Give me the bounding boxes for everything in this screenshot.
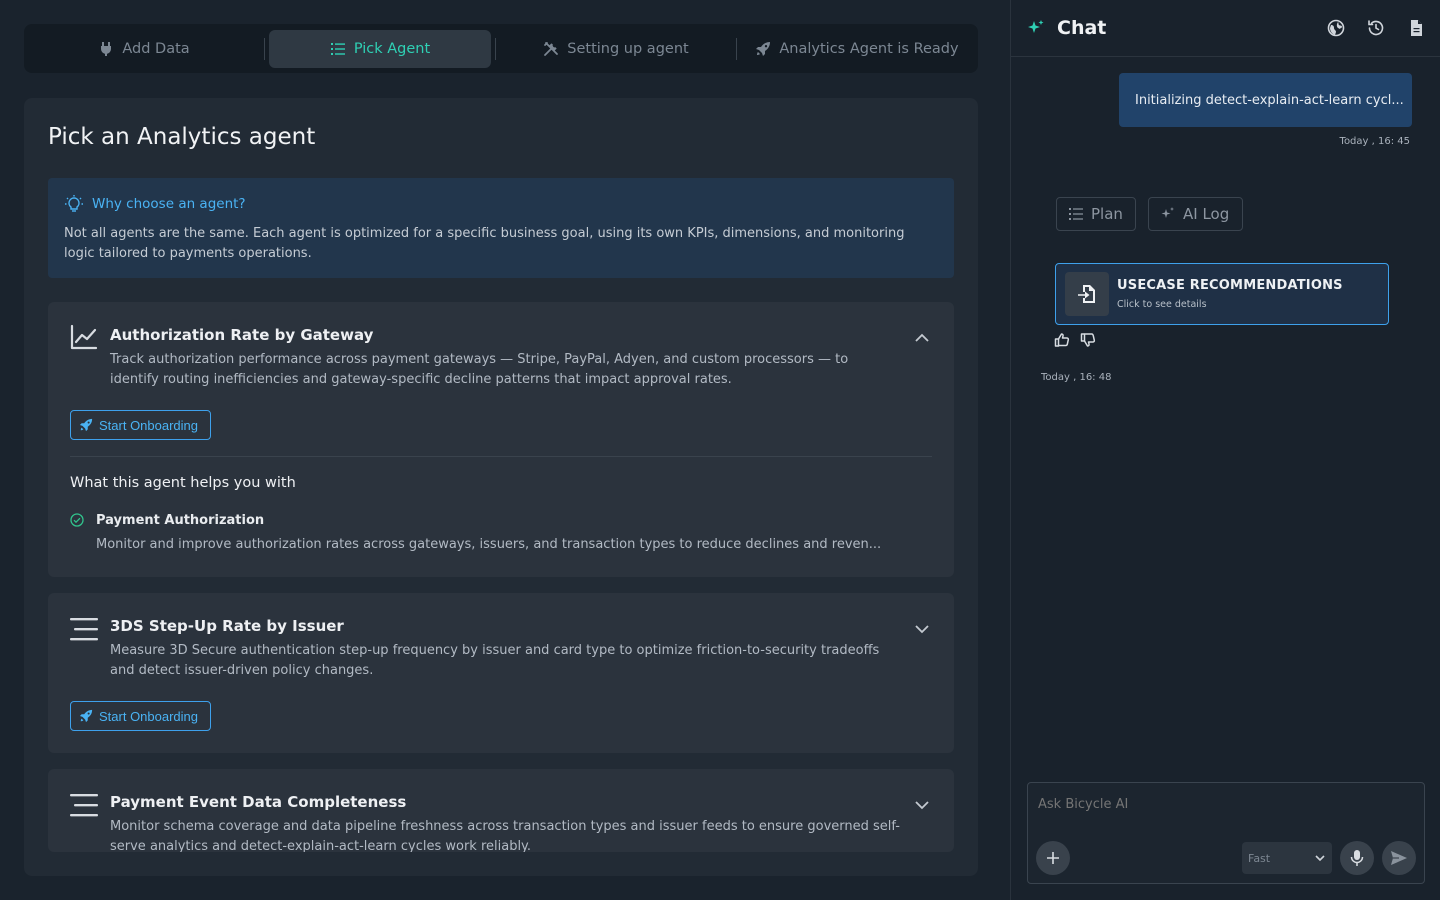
agent-card-data-completeness[interactable]: Payment Event Data Completeness Monitor … <box>48 769 954 852</box>
chat-input[interactable] <box>1038 797 1408 812</box>
step-label: Add Data <box>122 40 190 57</box>
agent-title: Payment Event Data Completeness <box>110 793 407 811</box>
step-analytics-ready[interactable]: Analytics Agent is Ready <box>741 30 973 68</box>
rocket-icon <box>79 709 93 723</box>
user-message-bubble: Initializing detect-explain-act-learn cy… <box>1119 73 1412 127</box>
info-heading: Why choose an agent? <box>64 194 938 214</box>
agent-description: Measure 3D Secure authentication step-up… <box>110 643 880 678</box>
chat-title: Chat <box>1057 17 1107 39</box>
step-pick-agent[interactable]: Pick Agent <box>269 29 491 68</box>
chevron-up-icon[interactable] <box>914 330 930 346</box>
plus-icon <box>1047 852 1059 864</box>
chevron-down-icon <box>1315 855 1325 862</box>
info-callout: Why choose an agent? Not all agents are … <box>48 178 954 278</box>
send-icon <box>1391 851 1407 865</box>
usecase-recommendations-card[interactable]: USECASE RECOMMENDATIONS Click to see det… <box>1055 263 1389 325</box>
chevron-down-icon[interactable] <box>914 797 930 813</box>
microphone-icon <box>1350 850 1364 866</box>
agent-description: Track authorization performance across p… <box>110 352 849 387</box>
step-divider <box>495 37 496 60</box>
card-divider <box>70 456 932 457</box>
rocket-icon <box>79 418 93 432</box>
step-label: Pick Agent <box>353 40 431 57</box>
list-icon <box>330 42 345 55</box>
step-divider <box>736 37 737 60</box>
chat-actions <box>1327 19 1425 37</box>
thumbs-up-icon[interactable] <box>1054 332 1070 348</box>
sparkle-icon <box>1161 207 1174 218</box>
align-lines-icon <box>70 794 98 817</box>
model-select-value: Fast <box>1248 851 1271 865</box>
main-area: Add Data Pick Agent Setting up agent Ana… <box>0 0 1010 900</box>
agent-card-authorization-rate: Authorization Rate by Gateway Track auth… <box>48 302 954 577</box>
lightbulb-icon <box>65 195 83 212</box>
sparkle-icon <box>1028 20 1044 33</box>
button-label: Start Onboarding <box>99 708 199 724</box>
page-title: Pick an Analytics agent <box>48 124 316 150</box>
document-icon[interactable] <box>1407 19 1425 37</box>
agent-card-3ds-step-up[interactable]: 3DS Step-Up Rate by Issuer Measure 3D Se… <box>48 593 954 753</box>
user-message-timestamp: Today , 16: 45 <box>1339 136 1410 147</box>
info-text: Not all agents are the same. Each agent … <box>64 226 905 261</box>
rec-text: USECASE RECOMMENDATIONS Click to see det… <box>1117 278 1343 310</box>
rec-subtitle: Click to see details <box>1117 299 1207 310</box>
chat-composer: Fast <box>1027 782 1425 884</box>
agent-picker-panel: Pick an Analytics agent Why choose an ag… <box>24 98 978 876</box>
start-onboarding-button[interactable]: Start Onboarding <box>70 410 212 440</box>
send-button[interactable] <box>1382 841 1416 875</box>
check-circle-icon <box>70 513 84 527</box>
step-setting-up-agent[interactable]: Setting up agent <box>500 30 732 68</box>
history-icon[interactable] <box>1367 19 1385 37</box>
chevron-down-icon[interactable] <box>914 621 930 637</box>
agent-description: Monitor schema coverage and data pipelin… <box>110 819 900 852</box>
align-lines-icon <box>70 618 98 641</box>
file-import-icon <box>1078 285 1095 303</box>
globe-icon[interactable] <box>1327 19 1345 37</box>
chip-label: Plan <box>1091 205 1123 223</box>
tools-icon <box>544 41 559 56</box>
thumbs-down-icon[interactable] <box>1080 332 1096 348</box>
chat-header: Chat <box>1011 0 1440 57</box>
plan-chip[interactable]: Plan <box>1056 197 1136 231</box>
model-select[interactable]: Fast <box>1242 842 1332 874</box>
rec-title: USECASE RECOMMENDATIONS <box>1117 278 1343 293</box>
chip-label: AI Log <box>1183 205 1230 223</box>
button-label: Start Onboarding <box>99 417 199 433</box>
agent-title: Authorization Rate by Gateway <box>110 326 374 344</box>
chat-panel: Chat Initializing detect-explain-act-lea… <box>1010 0 1440 900</box>
rocket-icon <box>756 41 771 56</box>
step-label: Analytics Agent is Ready <box>779 40 959 57</box>
step-divider <box>264 37 265 60</box>
step-add-data[interactable]: Add Data <box>28 30 260 68</box>
ai-log-chip[interactable]: AI Log <box>1148 197 1243 231</box>
list-check-icon <box>1069 208 1083 220</box>
microphone-button[interactable] <box>1340 841 1374 875</box>
helps-title: What this agent helps you with <box>70 475 296 491</box>
attach-button[interactable] <box>1036 841 1070 875</box>
line-chart-icon <box>70 324 98 350</box>
agent-title: 3DS Step-Up Rate by Issuer <box>110 617 344 635</box>
plug-icon <box>101 41 112 56</box>
feature-description: Monitor and improve authorization rates … <box>96 537 882 552</box>
bot-message-timestamp: Today , 16: 48 <box>1041 372 1112 383</box>
start-onboarding-button[interactable]: Start Onboarding <box>70 701 212 731</box>
onboarding-stepper: Add Data Pick Agent Setting up agent Ana… <box>24 24 978 73</box>
feature-name: Payment Authorization <box>96 513 265 528</box>
info-heading-text: Why choose an agent? <box>92 196 246 212</box>
step-label: Setting up agent <box>567 40 689 57</box>
rec-icon-box <box>1065 272 1109 316</box>
